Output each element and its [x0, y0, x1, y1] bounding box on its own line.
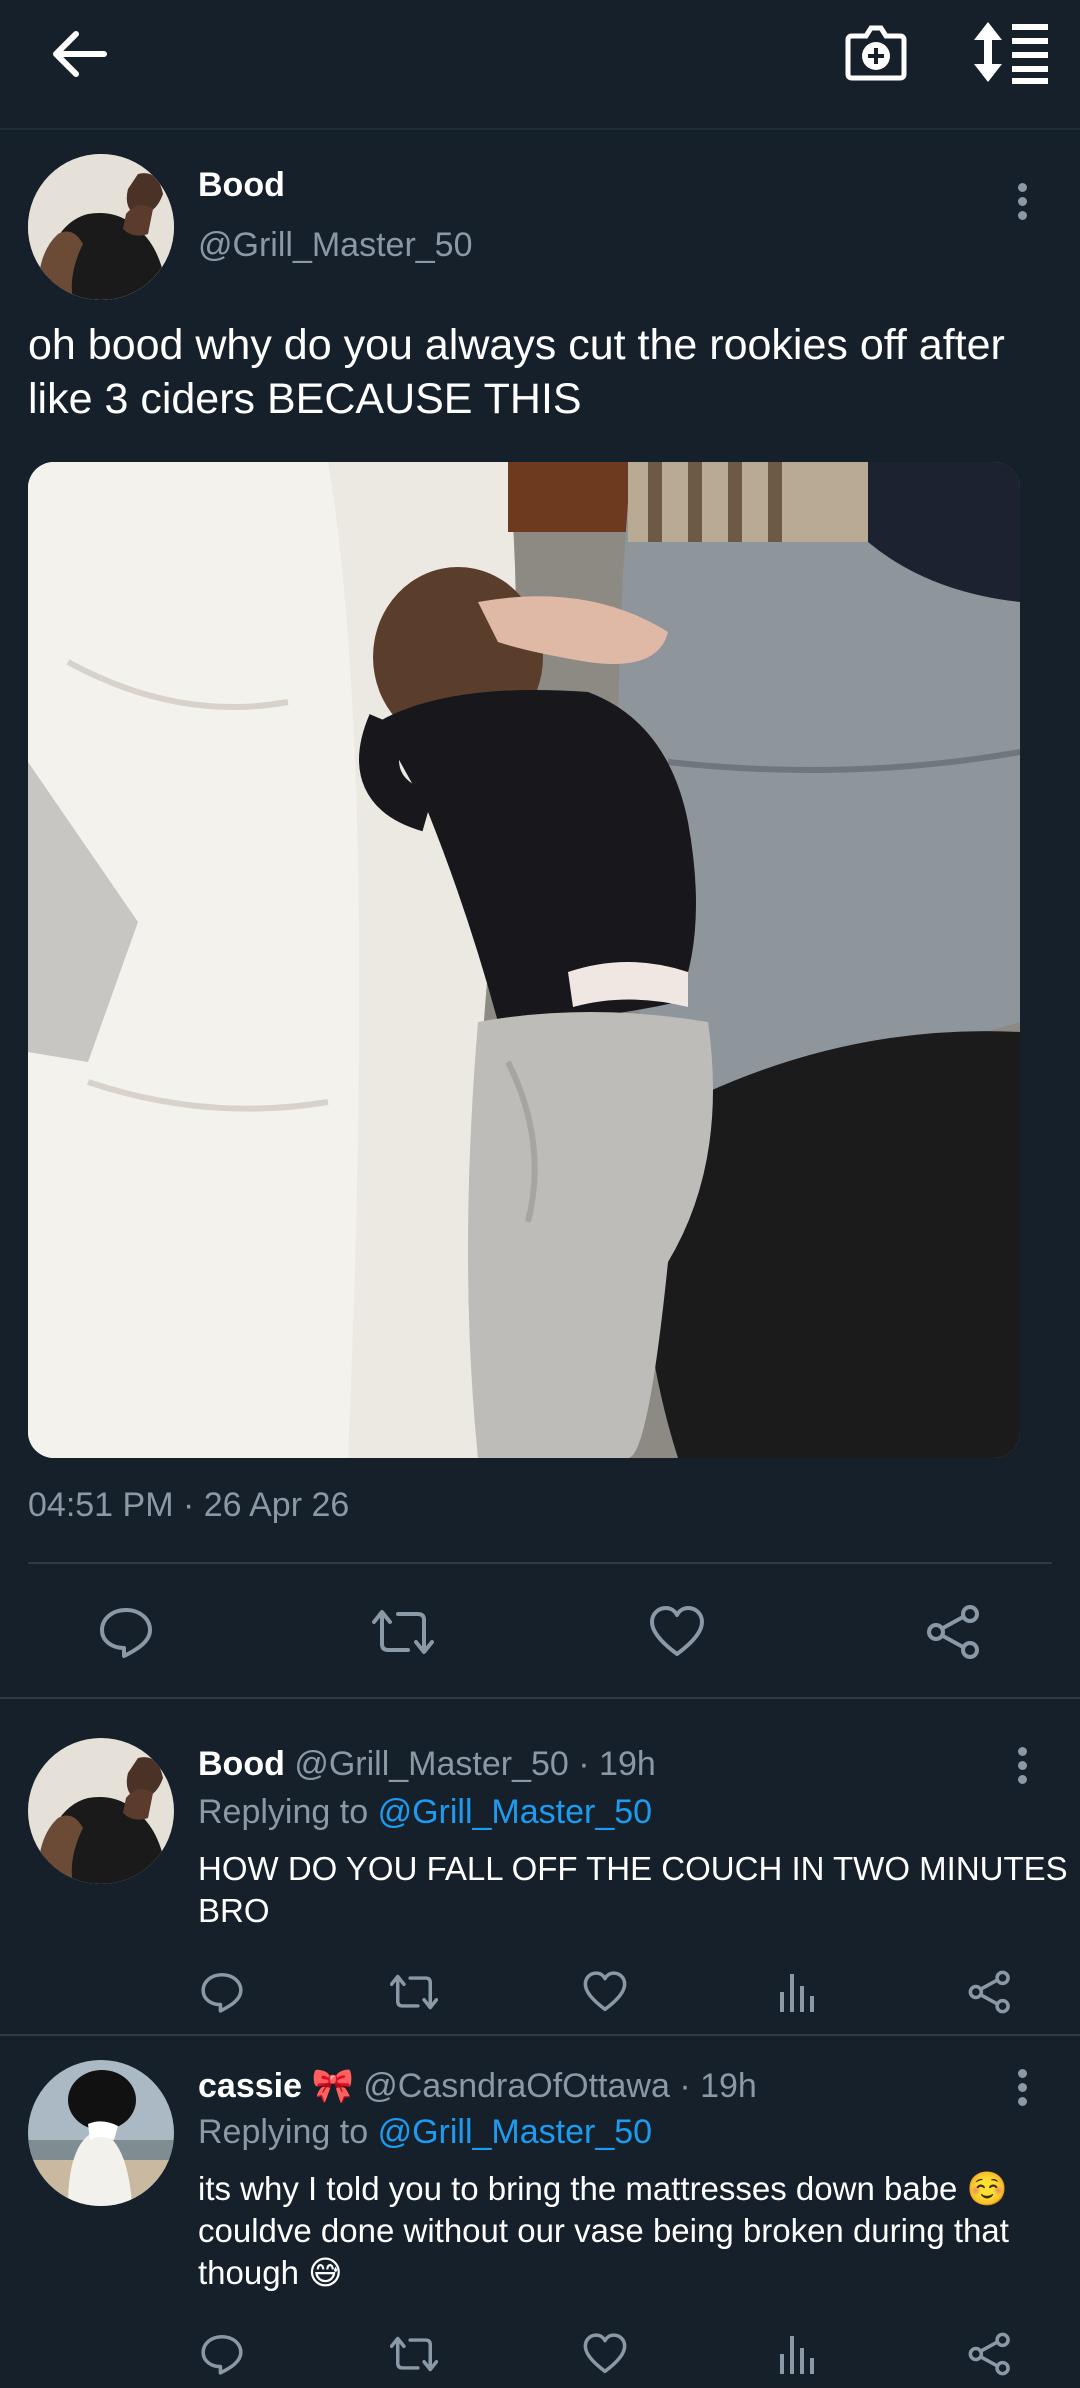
reply-icon[interactable] — [200, 2332, 244, 2381]
replying-to: Replying to @Grill_Master_50 — [198, 1790, 652, 1834]
reply-text: HOW DO YOU FALL OFF THE COUCH IN TWO MIN… — [198, 1850, 1068, 1929]
reply-time: · 19h — [679, 2067, 757, 2105]
reply-text: its why I told you to bring the mattress… — [198, 2170, 1009, 2291]
more-options-icon[interactable] — [1012, 178, 1032, 226]
reply-author-handle[interactable]: @Grill_Master_50 — [294, 1745, 569, 1783]
analytics-icon[interactable] — [778, 1970, 818, 2019]
retweet-icon[interactable] — [389, 1970, 439, 2019]
share-icon[interactable] — [926, 1604, 982, 1665]
share-icon[interactable] — [968, 1970, 1012, 2019]
retweet-icon[interactable] — [389, 2332, 439, 2381]
reply-header: Bood @Grill_Master_50 · 19h — [198, 1742, 656, 1786]
arrow-left-icon[interactable] — [48, 26, 112, 82]
more-options-icon[interactable] — [1012, 1742, 1032, 1790]
reply-author-name[interactable]: Bood — [198, 1745, 285, 1783]
avatar[interactable] — [28, 2060, 174, 2206]
like-icon[interactable] — [582, 2332, 628, 2381]
reply-header: cassie 🎀 @CasndraOfOttawa · 19h — [198, 2064, 757, 2108]
divider — [28, 1562, 1052, 1564]
reply-icon[interactable] — [98, 1604, 154, 1665]
share-icon[interactable] — [968, 2332, 1012, 2381]
tweet-text: oh bood why do you always cut the rookie… — [28, 321, 1005, 423]
replying-to: Replying to @Grill_Master_50 — [198, 2110, 652, 2154]
reply-time: · 19h — [578, 1745, 656, 1783]
replying-to-link[interactable]: @Grill_Master_50 — [378, 1793, 653, 1831]
analytics-icon[interactable] — [778, 2332, 818, 2381]
reply-author-handle[interactable]: @CasndraOfOttawa — [363, 2067, 670, 2105]
divider — [0, 2034, 1080, 2036]
tweet-photo[interactable] — [28, 462, 1020, 1458]
divider — [0, 1697, 1080, 1699]
more-options-icon[interactable] — [1012, 2064, 1032, 2112]
replying-to-label: Replying to — [198, 2113, 369, 2151]
author-handle[interactable]: @Grill_Master_50 — [198, 226, 473, 265]
like-icon[interactable] — [648, 1604, 706, 1665]
header-divider — [0, 128, 1080, 130]
author-name[interactable]: Bood — [198, 166, 285, 205]
replying-to-label: Replying to — [198, 1793, 369, 1831]
replying-to-link[interactable]: @Grill_Master_50 — [378, 2113, 653, 2151]
avatar[interactable] — [28, 1738, 174, 1884]
retweet-icon[interactable] — [372, 1604, 434, 1665]
reply-author-name[interactable]: cassie 🎀 — [198, 2067, 354, 2105]
top-bar — [0, 0, 1080, 128]
avatar[interactable] — [28, 154, 174, 300]
reply-icon[interactable] — [200, 1970, 244, 2019]
sort-icon[interactable] — [974, 18, 1050, 86]
like-icon[interactable] — [582, 1970, 628, 2019]
tweet-timestamp: 04:51 PM · 26 Apr 26 — [28, 1486, 350, 1524]
add-photo-icon[interactable] — [844, 20, 908, 84]
